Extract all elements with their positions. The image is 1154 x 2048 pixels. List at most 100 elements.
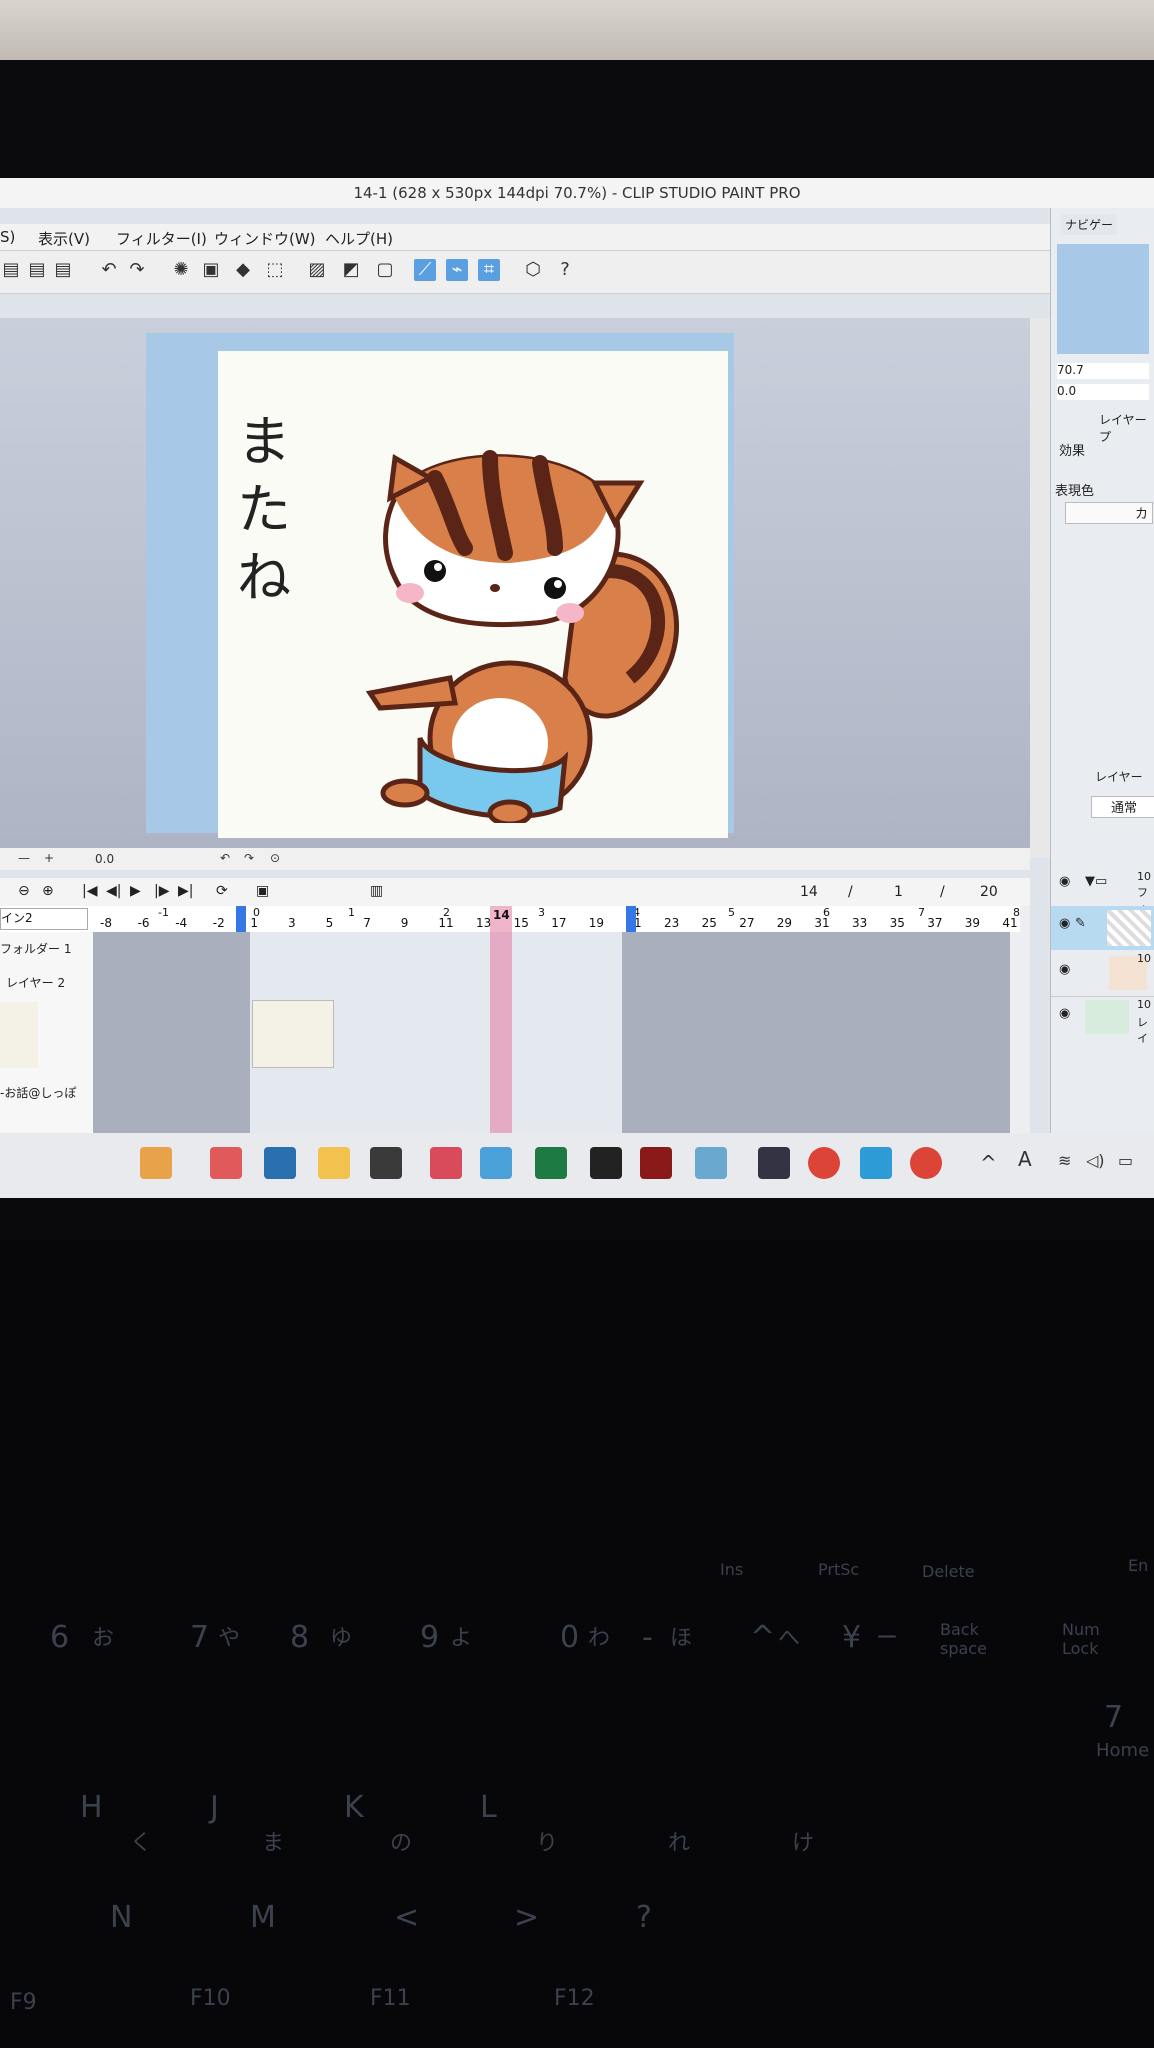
vectorworks-icon[interactable] [590, 1147, 622, 1179]
hide-selection-icon[interactable]: ▨ [306, 259, 328, 281]
key-label: H [80, 1790, 103, 1825]
volume-icon[interactable]: ◁) [1086, 1151, 1105, 1170]
ruler-tick-label: 17 [551, 916, 567, 930]
ruler-second-label: 8 [1013, 906, 1020, 919]
first-frame-icon[interactable]: |◀ [82, 883, 97, 899]
select-icon[interactable]: ✺ [170, 259, 192, 281]
menu-item-window[interactable]: ウィンドウ(W) [214, 228, 316, 249]
rotate-left-icon[interactable]: ↶ [220, 851, 230, 865]
save-as-icon[interactable]: ▤ [26, 259, 48, 281]
start-marker[interactable] [236, 906, 246, 932]
ruler-tick-label: 23 [664, 916, 680, 930]
play-icon[interactable]: ▶ [130, 883, 141, 899]
handwriting-char: ま [237, 410, 291, 473]
key-label: > [514, 1900, 540, 1935]
chrome-icon[interactable] [808, 1147, 840, 1179]
notepad-icon[interactable] [480, 1147, 512, 1179]
wifi-icon[interactable]: ≋ [1058, 1151, 1071, 1170]
snap-icon[interactable]: ◩ [340, 259, 362, 281]
clear-icon[interactable]: ▣ [200, 259, 222, 281]
ruler-second-label: 6 [823, 906, 830, 919]
voice-meister-icon[interactable] [640, 1147, 672, 1179]
blend-mode-select[interactable]: 通常 [1091, 796, 1154, 818]
keyboard-app-icon[interactable] [264, 1147, 296, 1179]
undo-icon[interactable]: ↶ [98, 259, 120, 281]
end-marker[interactable] [626, 906, 636, 932]
tab-navigator[interactable]: ナビゲー [1061, 214, 1118, 235]
expression-color-button[interactable]: カ [1065, 502, 1153, 524]
track-name[interactable]: -お話@しっぽ [0, 1084, 76, 1101]
network-app-icon[interactable] [695, 1147, 727, 1179]
timeline-select[interactable]: イン2 [0, 908, 88, 930]
eye-icon[interactable]: ◉ [1059, 916, 1070, 931]
menu-item-help[interactable]: ヘルプ(H) [325, 228, 393, 249]
rotation-value[interactable]: 0.0 [95, 852, 114, 866]
effect-label: 効果 [1059, 444, 1086, 459]
zoom-out-icon[interactable]: ⊖ [18, 883, 30, 899]
clip-studio-icon-icon[interactable] [210, 1147, 242, 1179]
prev-frame-icon[interactable]: ◀| [106, 883, 121, 899]
chevron-up-icon[interactable]: ^ [980, 1151, 997, 1175]
navigator-rotate-value[interactable]: 0.0 [1057, 384, 1149, 400]
snap-ruler-icon[interactable]: ⟋ [414, 259, 436, 281]
track-name[interactable]: フォルダー 1 [0, 940, 71, 957]
ruler-tick-label: 3 [288, 916, 296, 930]
key-label: Back space [940, 1620, 987, 1658]
chrome-2-icon[interactable] [910, 1147, 942, 1179]
layer-row[interactable]: ◉ 10 レイ [1051, 996, 1154, 1045]
navigator-preview[interactable] [1057, 244, 1149, 354]
layer-row[interactable]: ◉ ▼▭ 10 フォ [1051, 868, 1154, 915]
track-name[interactable]: レイヤー 2 [6, 974, 65, 991]
canvas-vertical-scrollbar[interactable] [1030, 318, 1050, 858]
excel-icon[interactable] [535, 1147, 567, 1179]
clip-studio-icon-2-icon[interactable] [430, 1147, 462, 1179]
export-icon[interactable]: ▤ [52, 259, 74, 281]
redo-icon[interactable]: ↷ [126, 259, 148, 281]
menu-item-s[interactable]: S) [0, 228, 15, 246]
laptop-screen: 14-1 (628 x 530px 144dpi 70.7%) - CLIP S… [0, 178, 1154, 1198]
battery-icon[interactable]: ▭ [1118, 1151, 1133, 1170]
layer-row-selected[interactable]: ◉ ✎ [1051, 906, 1154, 950]
onion-skin-icon[interactable]: ▥ [370, 883, 383, 899]
eye-icon[interactable]: ◉ [1059, 1006, 1070, 1021]
next-frame-icon[interactable]: |▶ [154, 883, 169, 899]
reset-rotation-icon[interactable]: ⊙ [270, 851, 280, 865]
eye-icon[interactable]: ◉ [1059, 962, 1070, 977]
snap-special-ruler-icon[interactable]: ⌁ [446, 259, 468, 281]
material-icon[interactable]: ⬡ [522, 259, 544, 281]
ruler-tick-label: 7 [363, 916, 371, 930]
key-label: - [642, 1620, 653, 1655]
key-label: J [210, 1790, 219, 1825]
ime-indicator[interactable]: A [1018, 1147, 1032, 1171]
menu-item-filter[interactable]: フィルター(I) [116, 228, 207, 249]
help-app-icon[interactable] [758, 1147, 790, 1179]
ruler-tick-label: -4 [175, 916, 188, 930]
file-explorer-icon[interactable] [318, 1147, 350, 1179]
last-frame-icon[interactable]: ▶| [178, 883, 193, 899]
transform-icon[interactable]: ⬚ [264, 259, 286, 281]
menu-item-view[interactable]: 表示(V) [38, 228, 90, 249]
loop-icon[interactable]: ⟳ [216, 883, 228, 899]
zoom-in-icon[interactable]: ⊕ [42, 883, 54, 899]
tab-layer[interactable]: レイヤー [1095, 768, 1143, 785]
fill-icon[interactable]: ◆ [232, 259, 254, 281]
zoom-in-icon[interactable]: + [44, 851, 54, 865]
navigator-zoom-value[interactable]: 70.7 [1057, 363, 1149, 379]
eye-icon[interactable]: ◉ [1059, 874, 1070, 889]
timeline-cel[interactable] [252, 1000, 334, 1068]
end-frame: 20 [980, 884, 998, 900]
layer-row[interactable]: ◉ 10 [1051, 950, 1154, 997]
help-icon[interactable]: ? [554, 259, 576, 281]
fruits-app-icon[interactable] [140, 1147, 172, 1179]
clip-studio-icon-3-icon[interactable] [860, 1147, 892, 1179]
zoom-out-icon[interactable]: — [18, 851, 30, 865]
new-cel-icon[interactable]: ▣ [256, 883, 269, 899]
playhead[interactable]: 14 [490, 906, 512, 1162]
sticky-notes-icon[interactable] [370, 1147, 402, 1179]
tab-layer-property[interactable]: レイヤープ [1099, 411, 1154, 445]
rotate-right-icon[interactable]: ↷ [244, 851, 254, 865]
frame-icon[interactable]: ▢ [374, 259, 396, 281]
save-icon[interactable]: ▤ [0, 259, 22, 281]
ruler-tick-label: 29 [776, 916, 793, 930]
snap-grid-icon[interactable]: ⌗ [478, 259, 500, 281]
